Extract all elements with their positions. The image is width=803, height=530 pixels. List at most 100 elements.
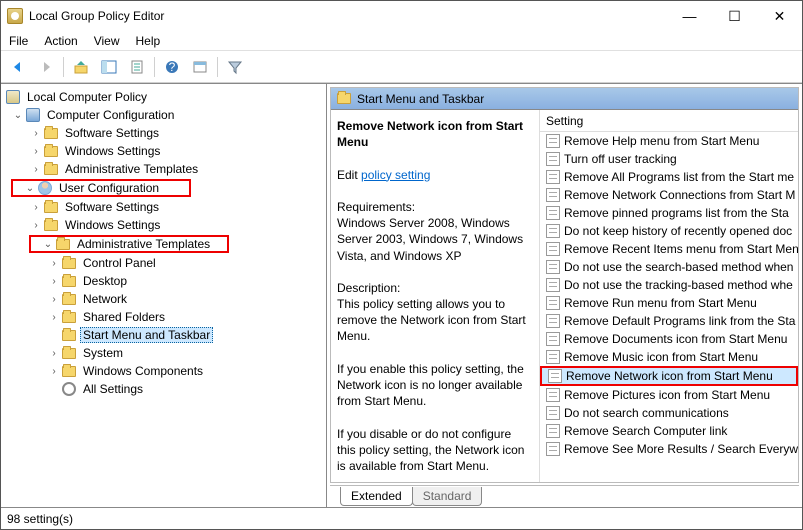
setting-item[interactable]: Remove Documents icon from Start Menu: [540, 330, 798, 348]
setting-item[interactable]: Remove pinned programs list from the Sta: [540, 204, 798, 222]
expand-icon[interactable]: ›: [47, 294, 61, 305]
expand-icon[interactable]: ›: [47, 312, 61, 323]
forward-button[interactable]: [35, 56, 57, 78]
setting-item[interactable]: Remove Help menu from Start Menu: [540, 132, 798, 150]
folder-icon: [43, 162, 59, 176]
show-hide-tree-button[interactable]: [98, 56, 120, 78]
settings-list[interactable]: Remove Help menu from Start MenuTurn off…: [540, 132, 798, 482]
expand-icon[interactable]: ⌄: [11, 110, 25, 121]
setting-item[interactable]: Remove Search Computer link: [540, 422, 798, 440]
window: Local Group Policy Editor — ☐ ✕ File Act…: [0, 0, 803, 530]
setting-label: Remove pinned programs list from the Sta: [564, 206, 789, 220]
setting-icon: [546, 424, 560, 438]
expand-icon[interactable]: ›: [29, 128, 43, 139]
tree-node[interactable]: › Network: [1, 290, 326, 308]
close-button[interactable]: ✕: [757, 1, 802, 31]
menu-action[interactable]: Action: [44, 34, 77, 48]
setting-item[interactable]: Do not use the tracking-based method whe: [540, 276, 798, 294]
menu-help[interactable]: Help: [136, 34, 161, 48]
column-header-setting[interactable]: Setting: [540, 110, 798, 132]
setting-item[interactable]: Remove Run menu from Start Menu: [540, 294, 798, 312]
filter-button[interactable]: [224, 56, 246, 78]
tab-extended[interactable]: Extended: [340, 487, 413, 506]
tree-root[interactable]: Local Computer Policy: [1, 88, 326, 106]
console-tree[interactable]: Local Computer Policy ⌄ Computer Configu…: [1, 84, 327, 507]
export-list-button[interactable]: [126, 56, 148, 78]
tree-node-admin-templates[interactable]: ⌄ Administrative Templates: [29, 235, 229, 253]
setting-item[interactable]: Remove Default Programs link from the St…: [540, 312, 798, 330]
help-button[interactable]: ?: [161, 56, 183, 78]
tree-label: Local Computer Policy: [24, 90, 150, 104]
setting-item[interactable]: Remove Recent Items menu from Start Men: [540, 240, 798, 258]
tree-node[interactable]: › System: [1, 344, 326, 362]
folder-icon: [43, 218, 59, 232]
setting-item[interactable]: Remove See More Results / Search Everywh: [540, 440, 798, 458]
setting-item[interactable]: Remove Network Connections from Start M: [540, 186, 798, 204]
expand-icon[interactable]: ⌄: [41, 239, 55, 250]
setting-label: Remove Network Connections from Start M: [564, 188, 795, 202]
setting-item[interactable]: Do not keep history of recently opened d…: [540, 222, 798, 240]
tree-node[interactable]: Start Menu and Taskbar: [1, 326, 326, 344]
setting-item[interactable]: Do not search communications: [540, 404, 798, 422]
setting-label: Remove Documents icon from Start Menu: [564, 332, 787, 346]
folder-icon: [43, 200, 59, 214]
tab-standard[interactable]: Standard: [412, 487, 483, 506]
menu-file[interactable]: File: [9, 34, 28, 48]
tree-node[interactable]: ›Windows Settings: [1, 216, 326, 234]
edit-label: Edit: [337, 168, 358, 182]
tree-node[interactable]: ›Software Settings: [1, 198, 326, 216]
expand-icon[interactable]: ⌄: [23, 183, 37, 194]
setting-item[interactable]: Remove Network icon from Start Menu: [540, 366, 798, 386]
maximize-button[interactable]: ☐: [712, 1, 757, 31]
tree-node[interactable]: › Shared Folders: [1, 308, 326, 326]
expand-icon[interactable]: ›: [29, 164, 43, 175]
setting-item[interactable]: Remove Pictures icon from Start Menu: [540, 386, 798, 404]
menu-view[interactable]: View: [94, 34, 120, 48]
tree-node[interactable]: All Settings: [1, 380, 326, 398]
expand-icon[interactable]: ›: [47, 276, 61, 287]
setting-icon: [546, 350, 560, 364]
back-button[interactable]: [7, 56, 29, 78]
tree-node[interactable]: ›Administrative Templates: [1, 160, 326, 178]
edit-policy-link[interactable]: policy setting: [361, 168, 430, 182]
setting-item[interactable]: Turn off user tracking: [540, 150, 798, 168]
expand-icon[interactable]: ›: [47, 348, 61, 359]
menubar: File Action View Help: [1, 31, 802, 51]
description-text-2: If you enable this policy setting, the N…: [337, 362, 524, 408]
folder-icon: [61, 274, 77, 288]
setting-icon: [546, 224, 560, 238]
tree-label: Network: [80, 292, 130, 306]
tree-label: Administrative Templates: [74, 237, 213, 251]
folder-icon: [43, 126, 59, 140]
tree-label: System: [80, 346, 126, 360]
tree-node[interactable]: ›Windows Settings: [1, 142, 326, 160]
window-controls: — ☐ ✕: [667, 1, 802, 31]
setting-item[interactable]: Remove All Programs list from the Start …: [540, 168, 798, 186]
setting-icon: [546, 388, 560, 402]
expand-icon[interactable]: ›: [29, 220, 43, 231]
up-button[interactable]: [70, 56, 92, 78]
tree-node[interactable]: ›Control Panel: [1, 254, 326, 272]
svg-text:?: ?: [169, 60, 176, 74]
setting-item[interactable]: Remove Music icon from Start Menu: [540, 348, 798, 366]
tree-node[interactable]: ›Desktop: [1, 272, 326, 290]
expand-icon[interactable]: ›: [29, 146, 43, 157]
minimize-button[interactable]: —: [667, 1, 712, 31]
description-text-1: This policy setting allows you to remove…: [337, 297, 526, 343]
tree-node-user-config[interactable]: ⌄ User Configuration: [11, 179, 191, 197]
setting-label: Remove Recent Items menu from Start Men: [564, 242, 798, 256]
settings-column: Setting Remove Help menu from Start Menu…: [539, 110, 798, 482]
tree-node[interactable]: ›Software Settings: [1, 124, 326, 142]
folder-icon: [61, 256, 77, 270]
tree-node[interactable]: ›Windows Components: [1, 362, 326, 380]
setting-label: Do not search communications: [564, 406, 729, 420]
setting-item[interactable]: Do not use the search-based method when: [540, 258, 798, 276]
setting-icon: [546, 296, 560, 310]
tree-label: Shared Folders: [80, 310, 168, 324]
setting-label: Remove Default Programs link from the St…: [564, 314, 795, 328]
expand-icon[interactable]: ›: [47, 258, 61, 269]
tree-node-computer-config[interactable]: ⌄ Computer Configuration: [1, 106, 326, 124]
expand-icon[interactable]: ›: [47, 366, 61, 377]
properties-button[interactable]: [189, 56, 211, 78]
expand-icon[interactable]: ›: [29, 202, 43, 213]
